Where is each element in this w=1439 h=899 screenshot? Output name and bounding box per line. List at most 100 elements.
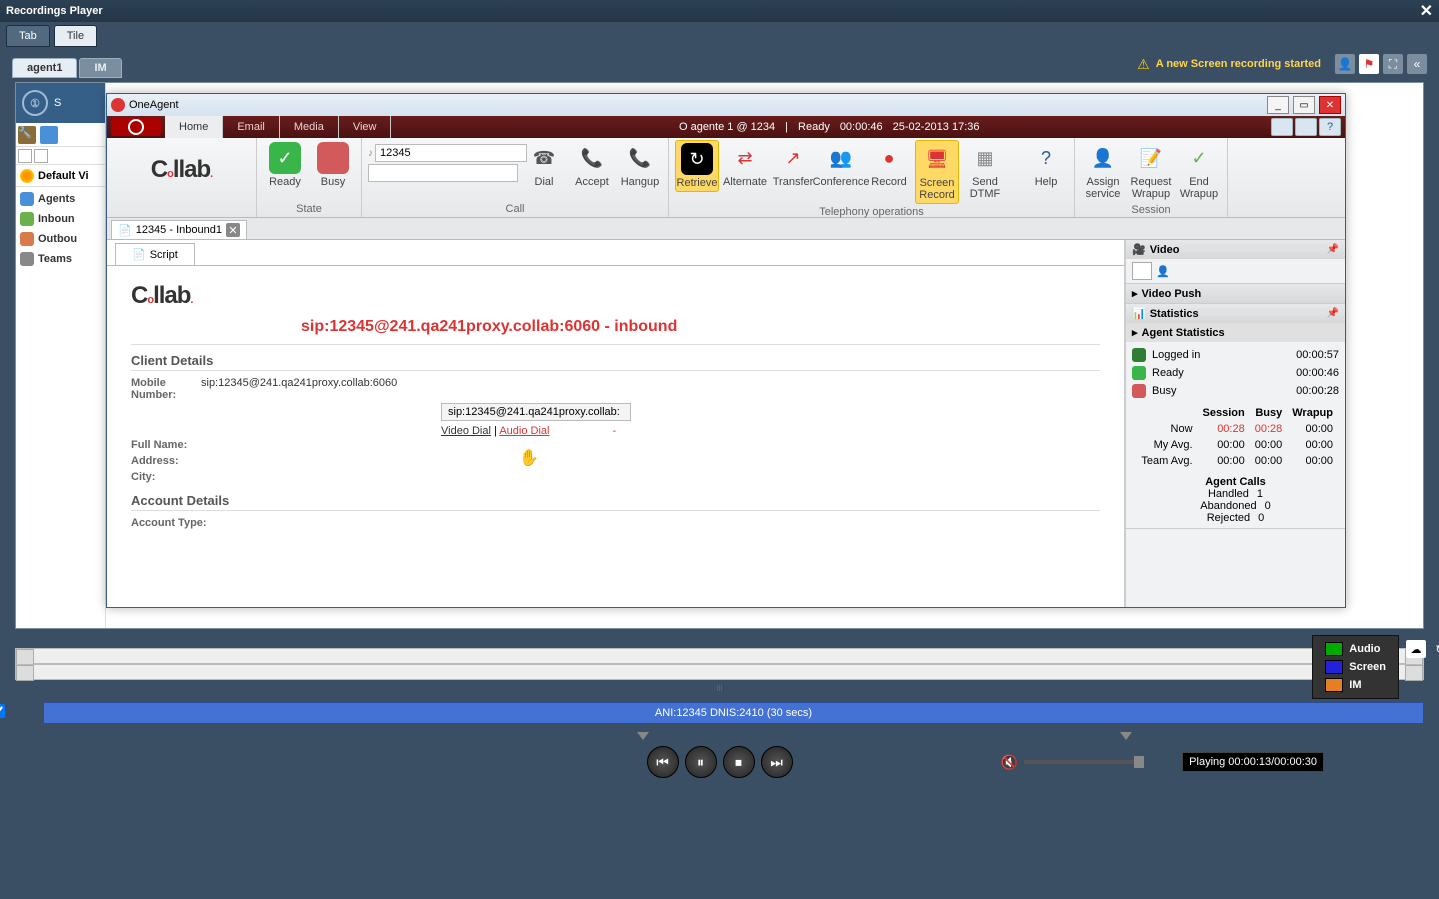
account-type-label: Account Type: <box>131 517 221 529</box>
stop-button[interactable]: ⏹ <box>723 746 755 778</box>
oa-title: OneAgent <box>129 99 179 111</box>
playback-track[interactable]: ANI:12345 DNIS:2410 (30 secs) <box>43 702 1424 724</box>
script-logo: Collab. <box>131 282 1100 310</box>
skip-back-button[interactable]: ⏮ <box>647 746 679 778</box>
account-details-header: Account Details <box>131 493 1100 511</box>
doc-tab[interactable]: 📄 12345 - Inbound1 ✕ <box>111 220 247 239</box>
statistics-section[interactable]: 📊Statistics📌 <box>1126 304 1345 323</box>
firefox-icon <box>20 169 34 183</box>
end-wrapup-button[interactable]: ✓End Wrapup <box>1177 140 1221 202</box>
menu-home[interactable]: Home <box>165 116 223 138</box>
cloud-icon[interactable]: ☁ <box>1406 640 1426 658</box>
video-dial-link[interactable]: Video Dial <box>441 425 491 437</box>
pin-icon[interactable]: 📌 <box>1327 244 1339 255</box>
tree-inbound[interactable]: Inboun <box>16 209 105 229</box>
dial-input-2[interactable] <box>368 164 518 182</box>
conference-button[interactable]: 👥Conference <box>819 140 863 190</box>
window-title: Recordings Player <box>6 5 103 17</box>
request-wrapup-button[interactable]: 📝Request Wrapup <box>1129 140 1173 202</box>
view1-icon[interactable] <box>18 149 32 163</box>
close-tab-icon[interactable]: ✕ <box>226 223 240 237</box>
call-group-label: Call <box>368 201 662 215</box>
grid-icon[interactable] <box>40 126 58 144</box>
script-icon: 📄 <box>132 248 146 261</box>
view2-icon[interactable] <box>34 149 48 163</box>
playhead-marker[interactable] <box>637 732 649 740</box>
agents-icon <box>20 192 34 206</box>
speaker-icon[interactable]: 🔇 <box>1001 754 1018 771</box>
full-name-label: Full Name: <box>131 439 191 451</box>
teams-icon <box>20 252 34 266</box>
stat-busy: Busy00:00:28 <box>1132 382 1339 400</box>
tab-im[interactable]: IM <box>79 58 121 78</box>
pause-button[interactable]: ⏸ <box>685 746 717 778</box>
script-tab[interactable]: 📄Script <box>115 243 195 265</box>
session-group-label: Session <box>1081 202 1221 216</box>
left-panel: ①S 🔧 Default Vi Agents Inboun Outbou Tea… <box>16 83 106 628</box>
music-note-icon: ♪ <box>368 148 373 159</box>
dial-button[interactable]: ☎Dial <box>522 140 566 190</box>
menu-view[interactable]: View <box>339 116 392 138</box>
mobile-label: Mobile Number: <box>131 377 191 401</box>
user-icon[interactable]: 👤 <box>1335 54 1355 74</box>
video-section[interactable]: 🎥Video📌 <box>1126 240 1345 259</box>
agent-stats-header[interactable]: ▸Agent Statistics <box>1126 323 1345 342</box>
accept-button[interactable]: 📞Accept <box>570 140 614 190</box>
scrollbar-h-1[interactable]: iii <box>15 648 1424 664</box>
ribbon-btn-1[interactable] <box>1271 118 1293 136</box>
video-icon: 🎥 <box>1132 243 1146 256</box>
doc-icon: 📄 <box>118 224 132 237</box>
track-checkbox[interactable] <box>0 704 5 718</box>
busy-button[interactable]: Busy <box>311 140 355 190</box>
user-thumb-icon: 👤 <box>1156 265 1170 278</box>
stat-table: SessionBusyWrapup Now00:2800:2800:00 My … <box>1132 404 1339 470</box>
alternate-button[interactable]: ⇄Alternate <box>723 140 767 190</box>
fullscreen-icon[interactable]: ⛶ <box>1383 54 1403 74</box>
pin-icon-2[interactable]: 📌 <box>1327 308 1339 319</box>
sip-box[interactable]: sip:12345@241.qa241proxy.collab: <box>441 403 631 421</box>
volume-slider[interactable] <box>1024 760 1144 764</box>
playback-time: Playing 00:00:13/00:00:30 <box>1182 752 1324 772</box>
tree-teams[interactable]: Teams <box>16 249 105 269</box>
layout-tile-button[interactable]: Tile <box>54 25 97 47</box>
app-icon <box>111 98 125 112</box>
tree-agents[interactable]: Agents <box>16 189 105 209</box>
assign-service-button[interactable]: 👤Assign service <box>1081 140 1125 202</box>
close-button[interactable]: ✕ <box>1319 96 1341 114</box>
screen-record-button[interactable]: 🖥Screen Record <box>915 140 959 204</box>
tab-agent1[interactable]: agent1 <box>12 58 77 78</box>
dial-input[interactable] <box>375 144 527 162</box>
menu-media[interactable]: Media <box>280 116 339 138</box>
collab-logo: Collab. <box>151 156 212 184</box>
wrench-icon[interactable]: 🔧 <box>18 126 36 144</box>
city-label: City: <box>131 471 191 483</box>
ribbon-help-icon[interactable]: ? <box>1319 118 1341 136</box>
layout-tab-button[interactable]: Tab <box>6 25 50 47</box>
flag-icon[interactable]: ⚑ <box>1359 54 1379 74</box>
collapse-icon[interactable]: « <box>1407 54 1427 74</box>
video-thumb[interactable] <box>1132 262 1152 280</box>
send-dtmf-button[interactable]: ▦Send DTMF <box>963 140 1007 202</box>
record-button[interactable]: ●Record <box>867 140 911 190</box>
default-view-header[interactable]: Default Vi <box>16 165 105 187</box>
hangup-button[interactable]: 📞Hangup <box>618 140 662 190</box>
scrollbar-h-2[interactable]: iii <box>15 664 1424 680</box>
address-label: Address: <box>131 455 191 467</box>
help-button[interactable]: ?Help <box>1024 140 1068 190</box>
mobile-value: sip:12345@241.qa241proxy.collab:6060 <box>201 377 397 389</box>
retrieve-button[interactable]: ↻Retrieve <box>675 140 719 192</box>
audio-dial-link[interactable]: Audio Dial <box>499 425 549 437</box>
video-push-section[interactable]: ▸Video Push <box>1126 284 1345 303</box>
orb-button[interactable] <box>111 118 161 136</box>
ribbon-btn-2[interactable] <box>1295 118 1317 136</box>
skip-forward-button[interactable]: ⏭ <box>761 746 793 778</box>
minimize-button[interactable]: _ <box>1267 96 1289 114</box>
ready-button[interactable]: ✓Ready <box>263 140 307 190</box>
close-icon[interactable]: ✕ <box>1420 1 1433 21</box>
legend: Audio Screen IM ☁ ↻ <box>1312 635 1399 699</box>
tree-outbound[interactable]: Outbou <box>16 229 105 249</box>
maximize-button[interactable]: ▭ <box>1293 96 1315 114</box>
transfer-button[interactable]: ↗Transfer <box>771 140 815 190</box>
menu-email[interactable]: Email <box>223 116 280 138</box>
loop-icon[interactable]: ↻ <box>1430 640 1439 658</box>
